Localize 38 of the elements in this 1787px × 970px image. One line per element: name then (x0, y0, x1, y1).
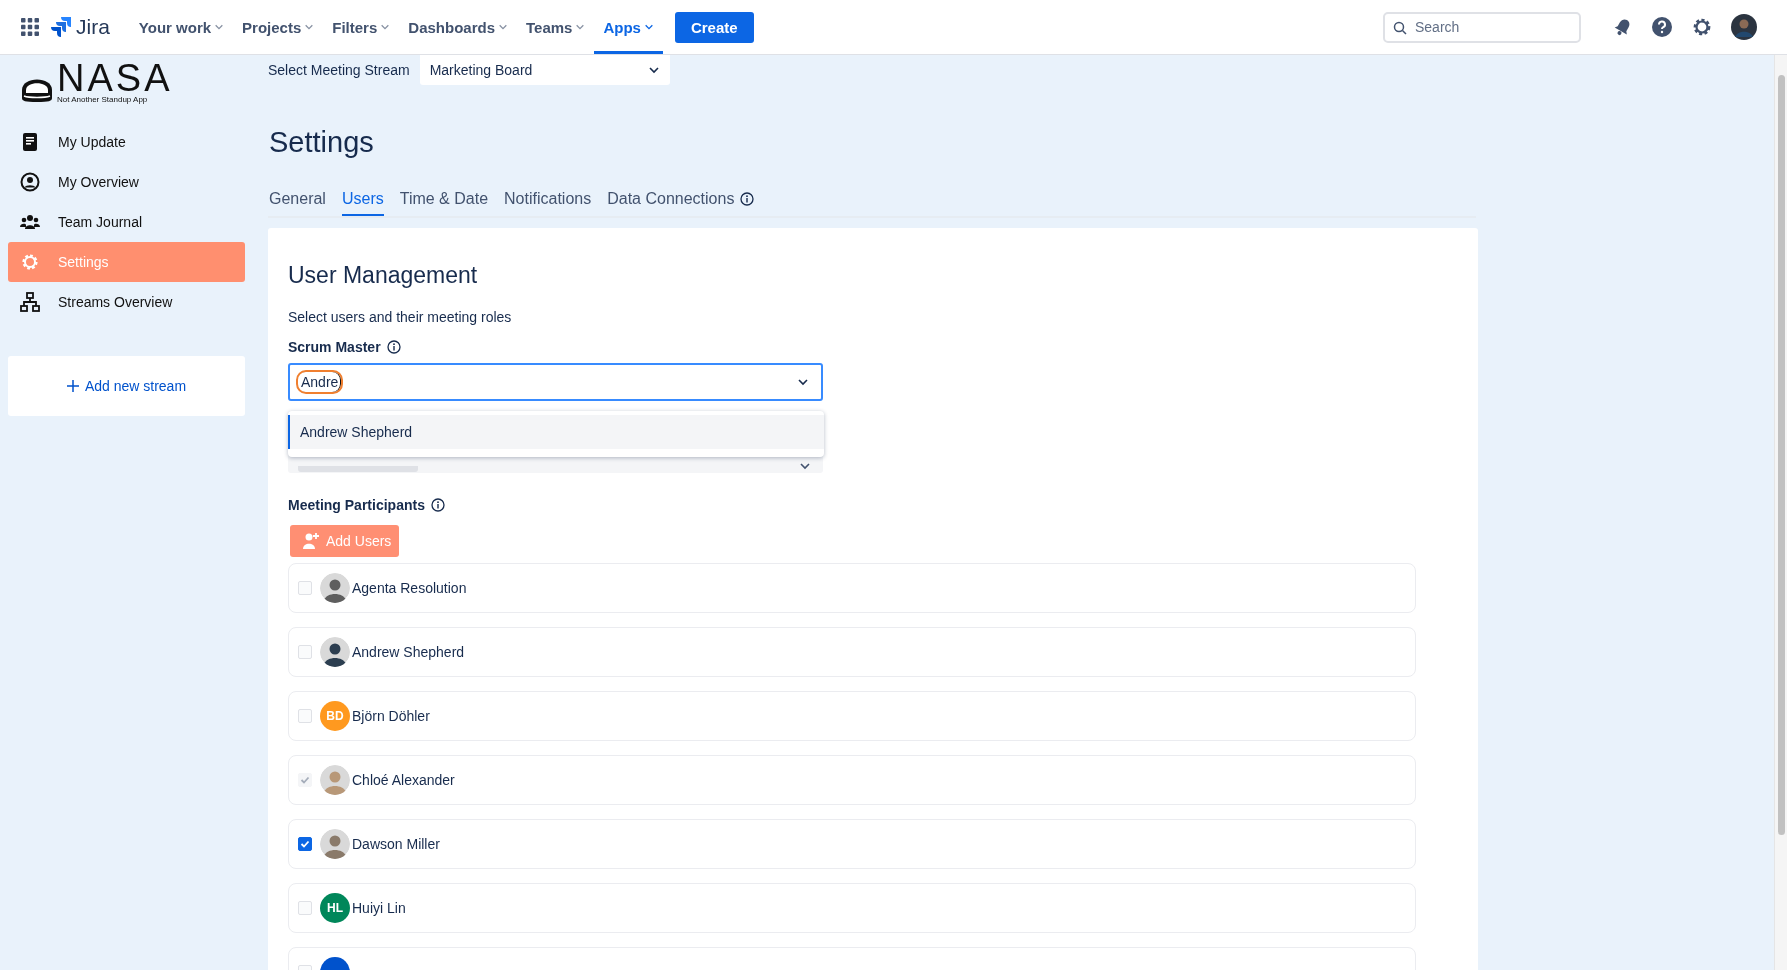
nav-menu[interactable]: Your work (129, 0, 234, 54)
section-title: User Management (288, 262, 479, 289)
field-label: Select Meeting Stream (268, 62, 410, 78)
sidebar-item[interactable]: My Overview (8, 162, 245, 202)
user-name: Chloé Alexander (352, 772, 455, 788)
page-title: Settings (269, 126, 375, 159)
field-label: Scrum Master (288, 339, 381, 355)
add-stream-link[interactable]: Add new stream (66, 378, 187, 394)
avatar: HL (320, 893, 350, 923)
description-text: Select users and their meeting roles (288, 309, 513, 325)
nav-menu[interactable]: Dashboards (399, 0, 517, 54)
user-name: Andrew Shepherd (352, 644, 465, 660)
nav-menu[interactable]: Teams (517, 0, 595, 54)
scrum-master-field[interactable]: Andre (288, 363, 823, 401)
app-logo-title: NASA (57, 61, 173, 95)
nav-menu[interactable]: Projects (233, 0, 324, 54)
sidebar-item[interactable]: My Update (8, 122, 245, 162)
dropdown-option[interactable]: Andrew Shepherd (288, 415, 824, 449)
user-name: Dawson Miller (352, 836, 440, 852)
stream-dropdown[interactable]: Marketing Board (419, 55, 670, 85)
product-logo[interactable]: Jira (51, 15, 110, 39)
sidebar-item[interactable]: Streams Overview (8, 282, 245, 322)
tab[interactable]: Time & Date (399, 190, 489, 216)
tab[interactable]: Notifications (504, 190, 592, 216)
tab[interactable]: Users (341, 190, 384, 216)
create-button[interactable]: Create (674, 11, 754, 43)
user-name: Huiyi Lin (352, 900, 406, 916)
nav-menu[interactable]: Filters (323, 0, 400, 54)
sidebar-item[interactable]: Team Journal (8, 202, 245, 242)
user-name: Björn Döhler (352, 708, 430, 724)
app-logo-tagline: Not Another Standup App (57, 95, 149, 104)
field-label: Meeting Participants (288, 497, 425, 513)
nav-menu[interactable]: Apps (594, 0, 663, 54)
tab[interactable]: General (269, 190, 326, 216)
tab[interactable]: Data Connections (607, 190, 755, 216)
user-name: Agenta Resolution (352, 580, 467, 596)
search-field[interactable]: Search (1383, 11, 1581, 43)
avatar: BD (320, 701, 350, 731)
